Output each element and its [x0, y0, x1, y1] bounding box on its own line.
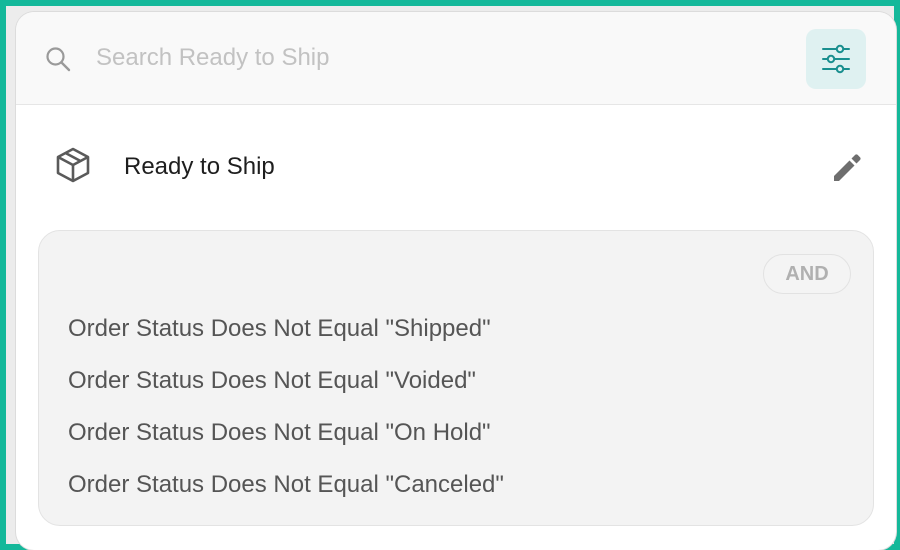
- search-bar: [16, 12, 896, 105]
- screenshot-frame: Ready to Ship AND Order Status Does Not …: [0, 0, 900, 550]
- filter-rules-box: AND Order Status Does Not Equal "Shipped…: [38, 230, 874, 526]
- saved-view-panel: Ready to Ship AND Order Status Does Not …: [16, 12, 896, 550]
- logic-operator-badge[interactable]: AND: [763, 254, 851, 294]
- filter-rule: Order Status Does Not Equal "Shipped": [68, 315, 491, 342]
- filter-rule: Order Status Does Not Equal "On Hold": [68, 419, 491, 446]
- filter-button[interactable]: [806, 29, 866, 89]
- filter-rule: Order Status Does Not Equal "Voided": [68, 367, 476, 394]
- view-title: Ready to Ship: [124, 153, 275, 180]
- search-input[interactable]: [96, 38, 786, 78]
- package-box-icon: [54, 146, 92, 184]
- search-icon: [44, 45, 72, 73]
- edit-view-button[interactable]: [828, 150, 866, 188]
- view-title-row: Ready to Ship: [16, 112, 896, 222]
- filter-rules-list: Order Status Does Not Equal "Shipped" Or…: [68, 311, 504, 519]
- pencil-icon: [830, 153, 864, 188]
- filter-rule: Order Status Does Not Equal "Canceled": [68, 471, 504, 498]
